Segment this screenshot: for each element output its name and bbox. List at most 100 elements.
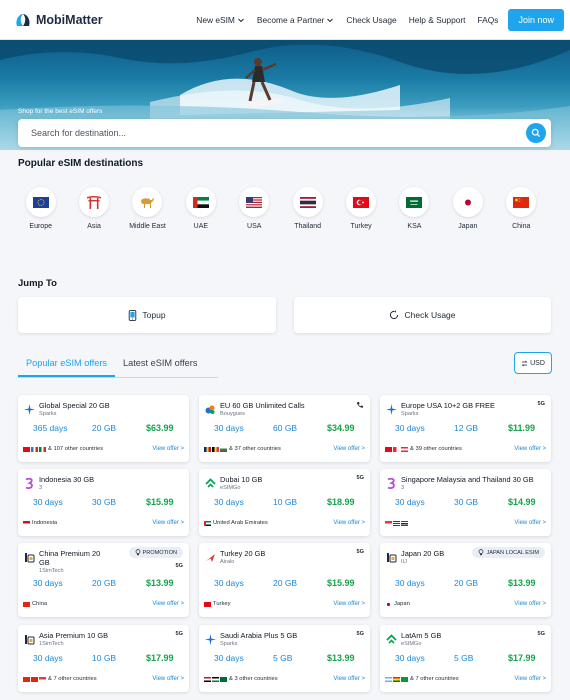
offer-title: China Premium 20 GB [39, 549, 101, 567]
offer-price: $13.99 [508, 578, 536, 588]
offer-title: Singapore Malaysia and Thailand 30 GB [401, 475, 534, 484]
offer-card[interactable]: Saudi Arabia Plus 5 GB Sparks 5G 30 days … [199, 625, 370, 692]
search-button[interactable] [526, 123, 546, 143]
chevron-down-icon [327, 18, 334, 22]
destination-label: USA [247, 223, 262, 230]
nav-faqs[interactable]: FAQs [472, 15, 505, 25]
country-flags [385, 446, 408, 452]
offer-countries: & 7 other countries [410, 676, 459, 682]
belgium-flag-icon [212, 446, 219, 452]
destination-usa[interactable]: USA [228, 187, 281, 230]
torii-gate-icon [87, 196, 102, 209]
destination-thailand[interactable]: Thailand [281, 187, 334, 230]
view-offer-link[interactable]: View offer > [333, 601, 365, 607]
offer-title: Japan 20 GB [401, 549, 445, 558]
nav-check-usage[interactable]: Check Usage [340, 15, 402, 25]
view-offer-link[interactable]: View offer > [152, 601, 184, 607]
topup-label: Topup [142, 310, 166, 320]
offer-card[interactable]: LatAm 5 GB eSIMGo 5G 30 days 5 GB $17.99 … [380, 625, 551, 692]
view-offer-link[interactable]: View offer > [333, 446, 365, 452]
destination-japan[interactable]: Japan [441, 187, 494, 230]
offer-data-amount: 5 GB [273, 653, 293, 663]
usa-flag-icon [246, 196, 263, 208]
tab-popular-offers[interactable]: Popular eSIM offers [18, 354, 116, 377]
promotion-label: PROMOTION [142, 549, 178, 556]
view-offer-link[interactable]: View offer > [333, 520, 365, 526]
offer-validity: 30 days [214, 578, 244, 588]
offer-card[interactable]: Turkey 20 GB Airalo 5G 30 days 20 GB $15.… [199, 543, 370, 617]
destination-europe[interactable]: Europe [14, 187, 67, 230]
offer-data-amount: 30 GB [92, 497, 117, 507]
offer-card[interactable]: Europe USA 10+2 GB FREE Sparks 5G 30 days… [380, 395, 551, 462]
offer-header: Indonesia 30 GB 3 [23, 475, 94, 492]
offer-title: Saudi Arabia Plus 5 GB [220, 631, 298, 640]
albania-flag-icon [23, 446, 30, 452]
view-offer-link[interactable]: View offer > [514, 601, 546, 607]
tab-latest-offers[interactable]: Latest eSIM offers [115, 354, 205, 377]
join-now-button[interactable]: Join now [508, 8, 564, 31]
currency-label: USD [530, 359, 545, 367]
offer-card[interactable]: Singapore Malaysia and Thailand 30 GB 3 3… [380, 469, 551, 536]
country-flags [385, 601, 392, 607]
5g-badge: 5G [175, 563, 183, 569]
simtech-logo-icon [23, 633, 35, 645]
saudi-flag-icon [220, 676, 227, 682]
currency-selector[interactable]: USD [514, 352, 552, 374]
destination-ksa[interactable]: KSA [388, 187, 441, 230]
destination-icon-thailand [292, 187, 323, 217]
bulgaria-flag-icon [220, 446, 227, 452]
offer-card[interactable]: Dubai 10 GB eSIMGo 5G 30 days 10 GB $18.9… [199, 469, 370, 536]
destination-uae[interactable]: UAE [174, 187, 227, 230]
view-offer-link[interactable]: View offer > [333, 676, 365, 682]
three-logo-icon [385, 477, 397, 489]
offer-footer: & 37 other countries View offer > [204, 446, 365, 452]
main-nav: New eSIM Become a Partner Check Usage He… [190, 8, 564, 31]
nav-become-partner[interactable]: Become a Partner [251, 15, 341, 25]
japan-local-esim-badge: JAPAN LOCAL ESIM [472, 547, 545, 558]
destination-middle-east[interactable]: Middle East [121, 187, 174, 230]
offer-footer: View offer > [385, 520, 546, 526]
check-usage-button[interactable]: Check Usage [294, 297, 551, 333]
view-offer-link[interactable]: View offer > [514, 520, 546, 526]
turkey-flag-icon [353, 196, 370, 208]
view-offer-link[interactable]: View offer > [514, 446, 546, 452]
5g-badge: 5G [356, 475, 364, 481]
offer-card[interactable]: China Premium 20 GB 1SimTech PROMOTION 5G… [18, 543, 189, 617]
offer-data-amount: 20 GB [454, 578, 479, 588]
offer-footer: & 39 other countries View offer > [385, 446, 546, 452]
offer-provider: Airalo [220, 559, 235, 565]
destination-search-box [18, 119, 551, 147]
destination-search-input[interactable] [31, 128, 491, 138]
andorra-flag-icon [31, 446, 38, 452]
view-offer-link[interactable]: View offer > [152, 676, 184, 682]
country-flags [23, 520, 30, 526]
destination-turkey[interactable]: Turkey [334, 187, 387, 230]
saudi-flag-icon [406, 196, 423, 208]
offer-countries: United Arab Emirates [213, 520, 268, 526]
offer-validity: 30 days [395, 578, 425, 588]
offer-provider: Sparks [39, 411, 57, 417]
view-offer-link[interactable]: View offer > [152, 520, 184, 526]
offer-card[interactable]: EU 60 GB Unlimited Calls Bouygues 30 days… [199, 395, 370, 462]
offer-countries: & 37 other countries [229, 446, 281, 452]
offer-provider: 3 [39, 485, 43, 491]
nav-new-esim[interactable]: New eSIM [190, 15, 251, 25]
mobimatter-logo[interactable]: MobiMatter [14, 11, 103, 29]
offer-card[interactable]: Global Special 20 GB Sparks 365 days 20 G… [18, 395, 189, 462]
destination-icon-ksa [399, 187, 430, 217]
destination-china[interactable]: China [495, 187, 548, 230]
camel-icon [141, 198, 155, 208]
offer-card[interactable]: Japan 20 GB IIJ JAPAN LOCAL ESIM 30 days … [380, 543, 551, 617]
offer-card[interactable]: Asia Premium 10 GB 1SimTech 5G 30 days 10… [18, 625, 189, 692]
view-offer-link[interactable]: View offer > [152, 446, 184, 452]
destination-label: UAE [193, 223, 209, 230]
5g-badge: 5G [356, 549, 364, 555]
country-flags [23, 601, 30, 607]
offer-card[interactable]: Indonesia 30 GB 3 30 days 30 GB $15.99 In… [18, 469, 189, 536]
destination-label: Asia [87, 223, 101, 230]
destination-asia[interactable]: Asia [67, 187, 120, 230]
nav-help-support[interactable]: Help & Support [403, 15, 472, 25]
view-offer-link[interactable]: View offer > [514, 676, 546, 682]
offer-validity: 30 days [214, 653, 244, 663]
topup-button[interactable]: Topup [18, 297, 276, 333]
